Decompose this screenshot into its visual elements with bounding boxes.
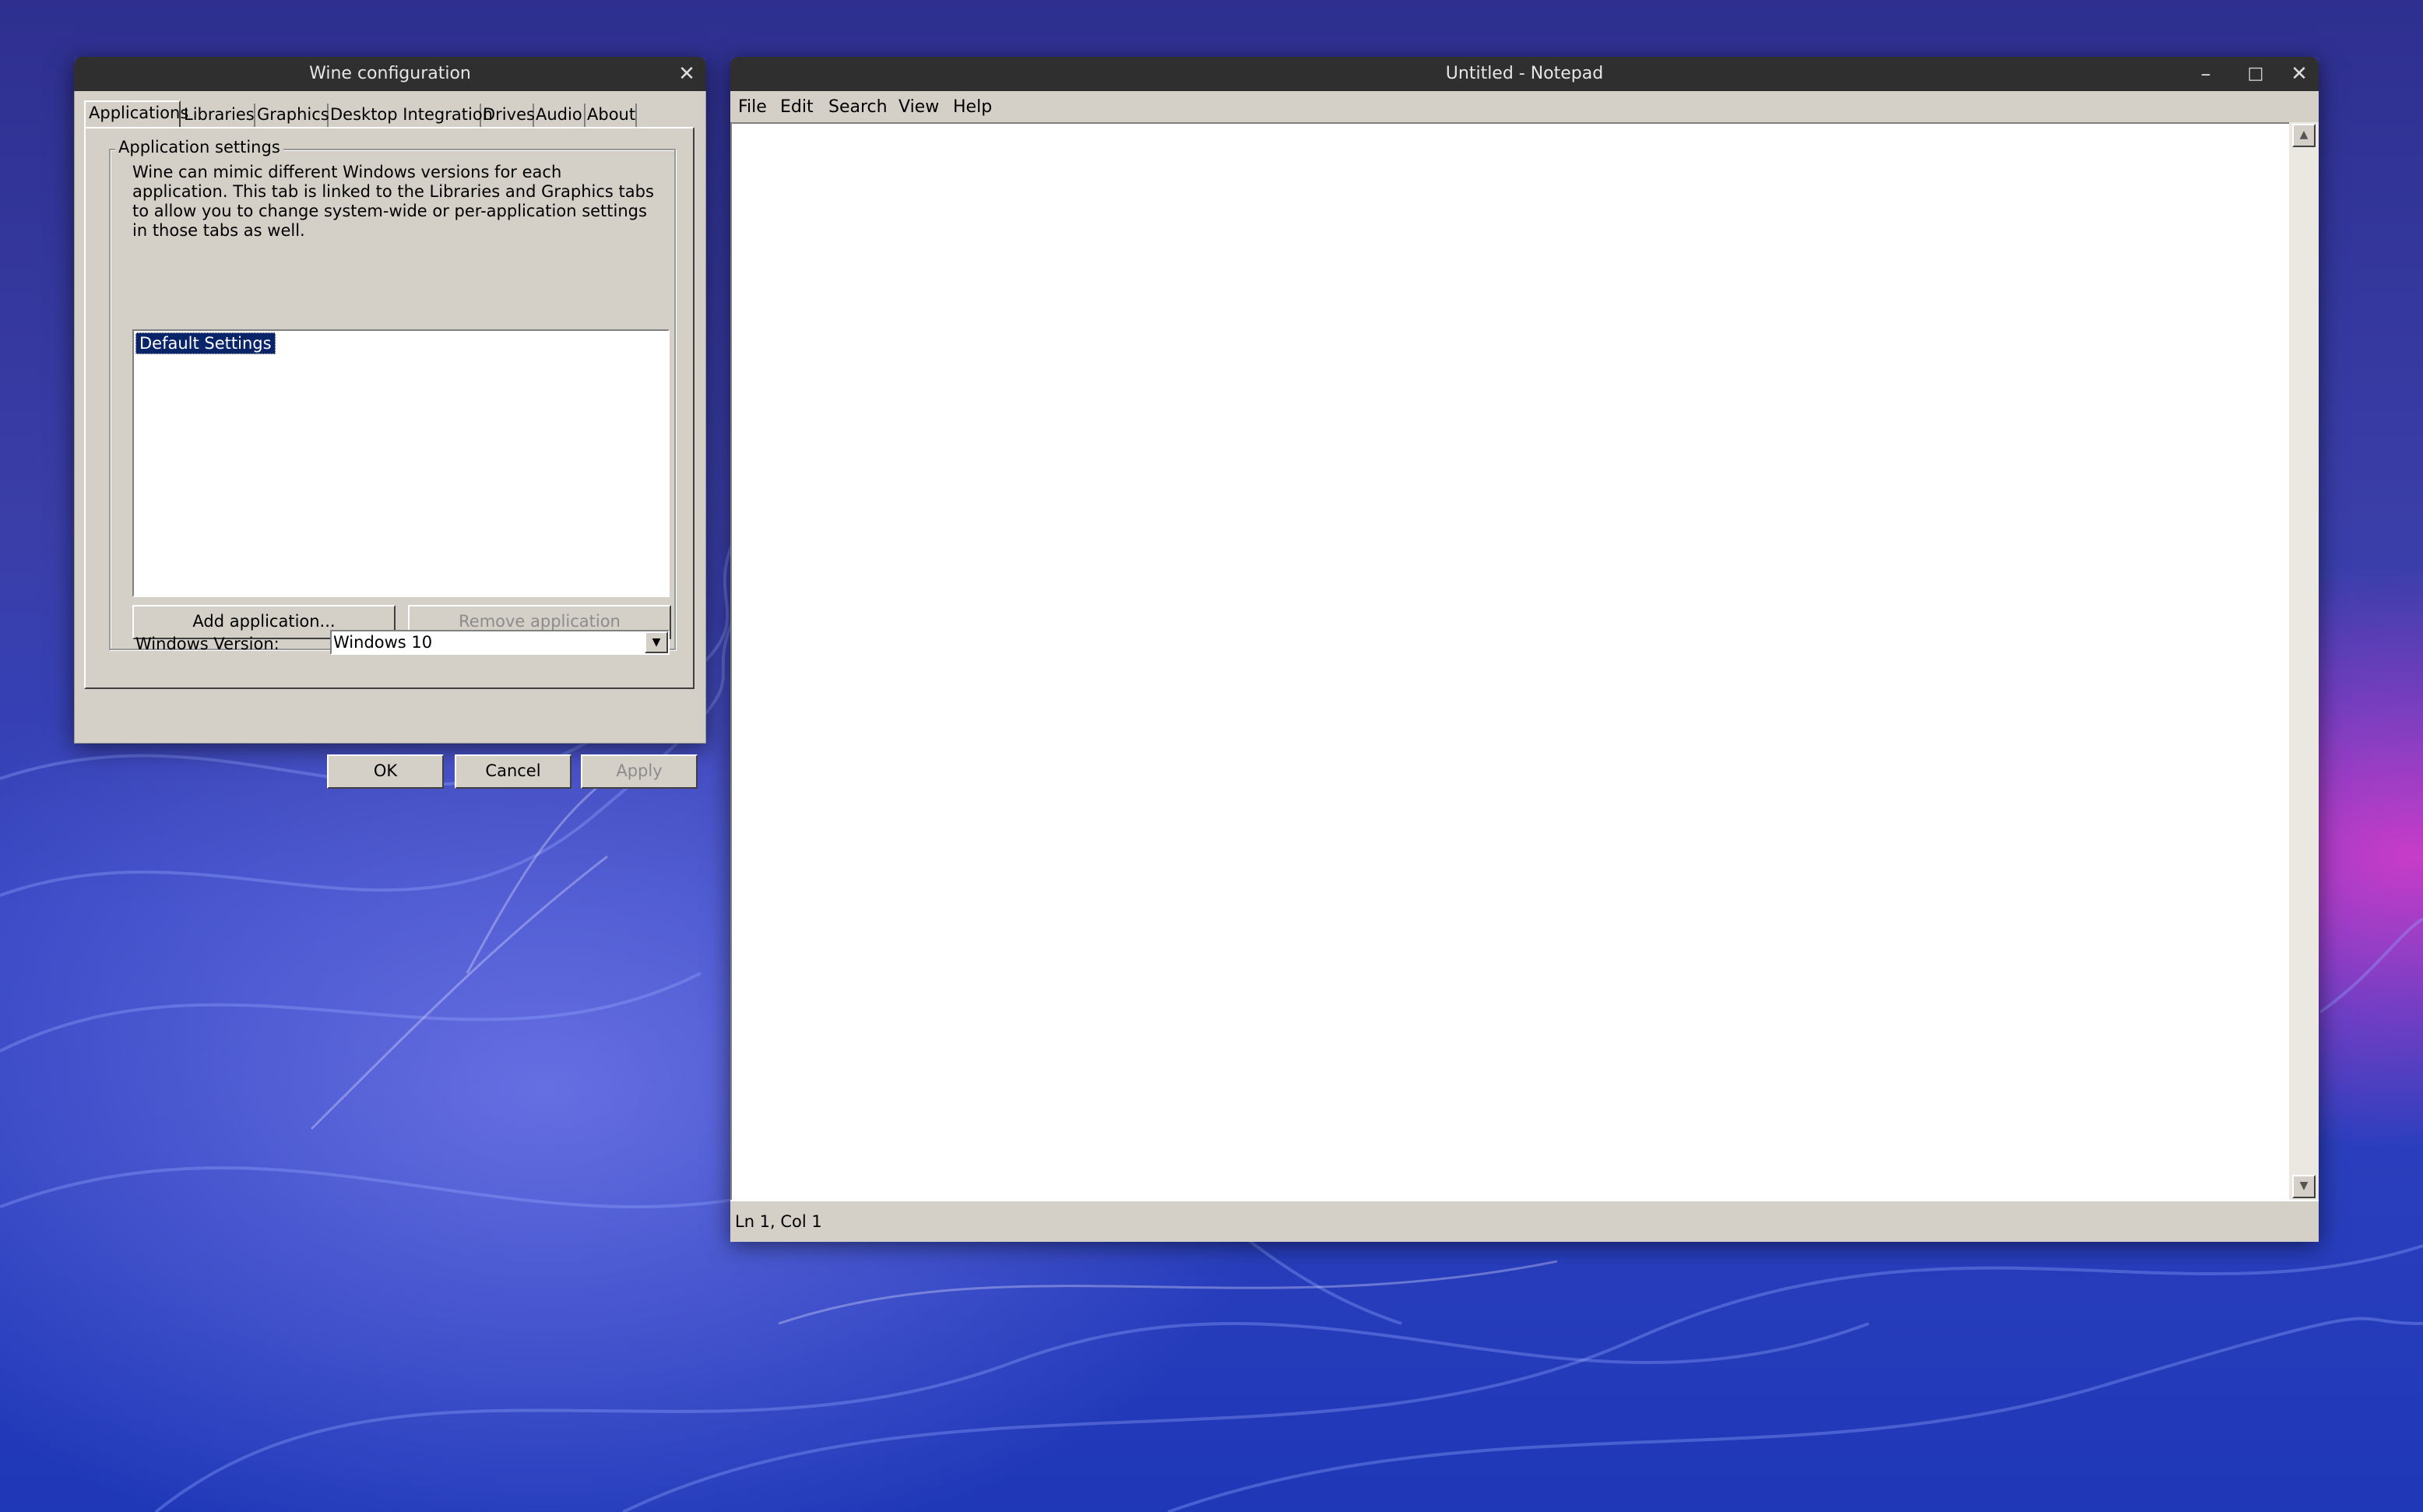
menu-file[interactable]: File <box>738 97 767 117</box>
notepad-window: Untitled - Notepad – □ ✕ File Edit Searc… <box>730 57 2319 1242</box>
wine-configuration-window: Wine configuration ✕ Applications Librar… <box>74 57 706 789</box>
notepad-title-bar[interactable]: Untitled - Notepad – □ ✕ <box>730 57 2319 91</box>
tab-applications[interactable]: Applications <box>84 100 188 128</box>
notepad-body: File Edit Search View Help ▲ ▼ Ln 1, Col… <box>730 91 2319 1242</box>
applications-panel: Application settings Wine can mimic diff… <box>84 127 695 689</box>
minimize-icon[interactable]: – <box>2193 62 2219 86</box>
tab-graphics[interactable]: Graphics <box>254 104 329 127</box>
group-label: Application settings <box>115 138 283 156</box>
windows-version-label: Windows Version: <box>135 635 280 653</box>
close-icon[interactable]: ✕ <box>673 62 700 86</box>
chevron-down-icon[interactable]: ▼ <box>645 631 668 653</box>
maximize-icon[interactable]: □ <box>2242 62 2269 86</box>
menu-view[interactable]: View <box>899 97 939 117</box>
wine-dialog-body: Applications Libraries Graphics Desktop … <box>74 91 706 789</box>
scroll-up-icon[interactable]: ▲ <box>2292 124 2316 147</box>
menu-help[interactable]: Help <box>953 97 992 117</box>
description-text: Wine can mimic different Windows version… <box>132 163 654 240</box>
menu-bar: File Edit Search View Help <box>730 91 2319 122</box>
tab-libraries[interactable]: Libraries <box>181 104 255 127</box>
apply-button[interactable]: Apply <box>581 754 698 789</box>
wine-title-bar[interactable]: Wine configuration ✕ <box>74 57 706 91</box>
tab-audio[interactable]: Audio <box>533 104 586 127</box>
windows-version-select[interactable]: Windows 10 ▼ <box>330 630 670 655</box>
menu-search[interactable]: Search <box>828 97 888 117</box>
cursor-position: Ln 1, Col 1 <box>735 1212 822 1231</box>
ok-button[interactable]: OK <box>327 754 444 789</box>
list-item-default-settings[interactable]: Default Settings <box>135 332 276 354</box>
vertical-scrollbar[interactable]: ▲ ▼ <box>2289 122 2319 1200</box>
close-icon[interactable]: ✕ <box>2286 62 2312 86</box>
windows-version-value: Windows 10 <box>333 633 433 652</box>
text-editor-area[interactable] <box>730 122 2289 1200</box>
application-list[interactable]: Default Settings <box>132 329 670 597</box>
tab-drives[interactable]: Drives <box>480 104 535 127</box>
window-title: Wine configuration <box>309 64 471 83</box>
tab-desktop-integration[interactable]: Desktop Integration <box>327 104 493 127</box>
tab-about[interactable]: About <box>584 104 637 127</box>
status-bar: Ln 1, Col 1 <box>730 1200 2319 1242</box>
menu-edit[interactable]: Edit <box>780 97 814 117</box>
window-title: Untitled - Notepad <box>1445 64 1604 83</box>
scroll-down-icon[interactable]: ▼ <box>2292 1175 2316 1198</box>
cancel-button[interactable]: Cancel <box>455 754 571 789</box>
